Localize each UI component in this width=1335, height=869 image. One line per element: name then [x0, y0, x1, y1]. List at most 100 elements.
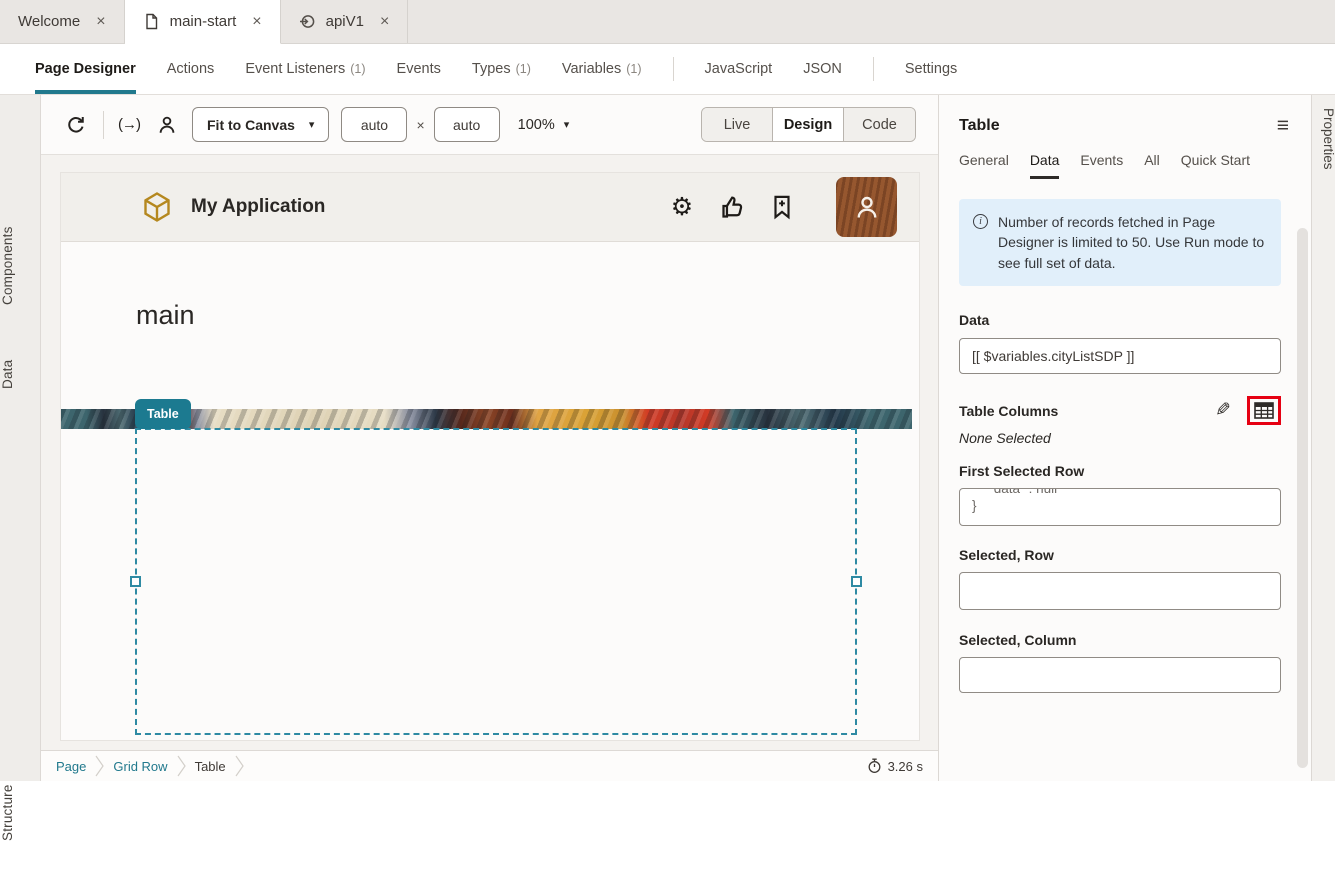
table-columns-label: Table Columns — [959, 403, 1058, 419]
nav-count: (1) — [516, 62, 531, 76]
resize-handle-left[interactable] — [130, 576, 141, 587]
nav-javascript[interactable]: JavaScript — [705, 44, 773, 94]
stopwatch-icon — [867, 758, 882, 774]
selected-column-label: Selected, Column — [959, 632, 1281, 648]
chevron-down-icon: ▾ — [309, 118, 315, 131]
hamburger-menu-icon[interactable]: ≡ — [1277, 115, 1289, 136]
thumbs-up-icon[interactable] — [718, 193, 746, 221]
close-icon[interactable]: × — [96, 13, 105, 31]
zoom-select[interactable]: 100% ▾ — [518, 117, 570, 133]
user-context-icon[interactable] — [154, 112, 180, 138]
first-selected-row-clipped-line: "data" : null — [972, 488, 1268, 497]
props-tab-quick-start[interactable]: Quick Start — [1181, 152, 1250, 179]
canvas-height-input[interactable] — [434, 107, 500, 142]
bookmark-add-icon[interactable] — [768, 193, 796, 221]
breadcrumb-chevron-icon — [235, 755, 244, 777]
render-timer: 3.26 s — [867, 758, 923, 774]
nav-page-designer[interactable]: Page Designer — [35, 44, 136, 94]
nav-events[interactable]: Events — [397, 44, 441, 94]
canvas-width-input[interactable] — [341, 107, 407, 142]
table-component-selection[interactable] — [135, 428, 857, 735]
highlight-box — [1247, 396, 1281, 425]
properties-rail: Properties — [1311, 95, 1335, 781]
render-timer-value: 3.26 s — [888, 759, 923, 774]
service-connection-icon — [299, 13, 316, 30]
tab-welcome-label: Welcome — [18, 13, 80, 30]
manage-columns-table-icon[interactable] — [1254, 402, 1274, 419]
breadcrumb-grid-row[interactable]: Grid Row — [113, 759, 167, 774]
nav-json[interactable]: JSON — [803, 44, 842, 94]
breadcrumb-chevron-icon — [177, 755, 186, 777]
tab-apiv1-label: apiV1 — [326, 13, 364, 30]
breadcrumb-page[interactable]: Page — [56, 759, 86, 774]
app-window: Welcome × main-start × apiV1 × Page Desi… — [0, 0, 1335, 781]
selection-badge: Table — [135, 399, 191, 429]
properties-header: Table ≡ — [939, 95, 1311, 136]
avatar[interactable] — [836, 177, 897, 237]
rail-tab-data[interactable]: Data — [0, 343, 41, 405]
app-logo-icon — [141, 191, 173, 223]
tab-welcome[interactable]: Welcome × — [0, 0, 125, 43]
props-tab-data[interactable]: Data — [1030, 152, 1060, 179]
design-canvas-area: (→) Fit to Canvas ▾ × 100% ▾ Live Design… — [41, 95, 938, 781]
properties-tabs: General Data Events All Quick Start — [939, 152, 1311, 179]
props-tab-general[interactable]: General — [959, 152, 1009, 179]
scrollbar-thumb[interactable] — [1297, 228, 1308, 768]
chevron-down-icon: ▾ — [564, 118, 570, 131]
breadcrumb-chevron-icon — [95, 755, 104, 777]
refresh-icon[interactable] — [63, 112, 89, 138]
nav-divider — [873, 57, 874, 81]
tab-apiv1[interactable]: apiV1 × — [281, 0, 409, 43]
nav-event-listeners[interactable]: Event Listeners (1) — [245, 44, 365, 94]
props-tab-events[interactable]: Events — [1080, 152, 1123, 179]
artifact-nav-bar: Page Designer Actions Event Listeners (1… — [0, 44, 1335, 95]
app-title: My Application — [191, 196, 325, 218]
window-tab-bar: Welcome × main-start × apiV1 × — [0, 0, 1335, 44]
app-header: My Application ⚙ — [61, 173, 919, 242]
dimension-times-label: × — [416, 117, 424, 133]
mode-code-button[interactable]: Code — [844, 108, 915, 141]
rail-tab-properties[interactable]: Properties — [1312, 108, 1335, 170]
props-tab-all[interactable]: All — [1144, 152, 1160, 179]
gear-icon[interactable]: ⚙ — [668, 193, 696, 221]
mode-design-button[interactable]: Design — [773, 108, 844, 141]
close-icon[interactable]: × — [380, 13, 389, 31]
canvas-toolbar: (→) Fit to Canvas ▾ × 100% ▾ Live Design… — [41, 95, 938, 155]
nav-count: (1) — [350, 62, 365, 76]
selected-column-input[interactable] — [959, 657, 1281, 693]
data-field-label: Data — [959, 312, 1281, 328]
nav-settings[interactable]: Settings — [905, 44, 957, 94]
page-flow-icon[interactable]: (→) — [118, 116, 140, 133]
properties-body: i Number of records fetched in Page Desi… — [939, 179, 1311, 693]
records-info-text: Number of records fetched in Page Design… — [998, 212, 1267, 273]
close-icon[interactable]: × — [252, 13, 261, 31]
mode-live-button[interactable]: Live — [702, 108, 773, 141]
fit-to-canvas-select[interactable]: Fit to Canvas ▾ — [192, 107, 329, 142]
nav-types[interactable]: Types (1) — [472, 44, 531, 94]
page-icon — [143, 13, 160, 30]
nav-variables[interactable]: Variables (1) — [562, 44, 642, 94]
rail-tab-components[interactable]: Components — [0, 207, 41, 325]
breadcrumb-table[interactable]: Table — [195, 759, 226, 774]
table-columns-row: Table Columns ✎ — [959, 396, 1281, 425]
canvas-page: My Application ⚙ main Table — [60, 172, 920, 741]
tab-main-start[interactable]: main-start × — [125, 0, 281, 44]
nav-actions[interactable]: Actions — [167, 44, 215, 94]
page-heading: main — [136, 300, 195, 331]
first-selected-row-brace: } — [972, 498, 977, 513]
properties-title: Table — [959, 117, 1000, 135]
selected-row-label: Selected, Row — [959, 547, 1281, 563]
selected-row-input[interactable] — [959, 572, 1281, 610]
tab-main-start-label: main-start — [170, 13, 237, 30]
resize-handle-right[interactable] — [851, 576, 862, 587]
first-selected-row-field[interactable]: "data" : null} — [959, 488, 1281, 526]
table-columns-value: None Selected — [959, 430, 1281, 446]
nav-divider — [673, 57, 674, 81]
properties-panel: Table ≡ General Data Events All Quick St… — [938, 95, 1311, 781]
edit-columns-icon[interactable]: ✎ — [1215, 399, 1231, 422]
rail-tab-structure[interactable]: Structure — [0, 757, 41, 869]
data-expression-input[interactable] — [959, 338, 1281, 374]
app-header-icons: ⚙ — [668, 177, 897, 237]
info-icon: i — [973, 214, 988, 229]
toolbar-divider — [103, 111, 104, 139]
